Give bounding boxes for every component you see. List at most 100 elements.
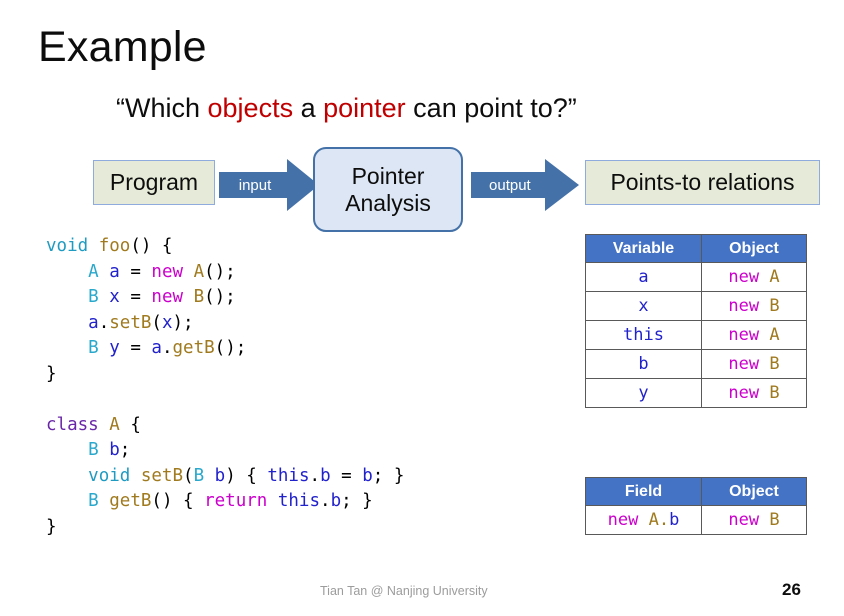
code-token: B (88, 338, 99, 358)
code-token: new (151, 261, 184, 282)
slide-subtitle: “Which objects a pointer can point to?” (116, 92, 577, 124)
subtitle-highlight-objects: objects (207, 93, 294, 123)
column-header-object: Object (701, 477, 807, 506)
code-token: ; (119, 440, 131, 460)
table-cell-key: new A.b (585, 505, 702, 535)
table-cell-key: a (585, 262, 702, 292)
code-token: ( (183, 465, 194, 486)
code-token: () { (151, 491, 205, 511)
program-box-label: Program (109, 169, 199, 195)
code-token: x (109, 287, 120, 307)
code-token: a (88, 312, 99, 333)
code-token: return (204, 491, 268, 511)
pointer-analysis-label-line1: Pointer (351, 163, 425, 190)
column-header-field: Field (585, 477, 702, 506)
code-listing: void foo() { A a = new A(); B x = new B(… (46, 234, 404, 540)
code-token: new (728, 510, 760, 530)
code-token: = (119, 261, 152, 282)
table-cell-key: x (585, 291, 702, 321)
code-token: new (728, 296, 760, 316)
code-token: . (320, 491, 331, 511)
code-token: ) { (225, 465, 268, 486)
points-to-table-body: a new Ax new Bthis new Ab new By new B (585, 262, 807, 408)
code-line: A a = new A(); (46, 260, 404, 286)
table-row: this new A (585, 320, 807, 350)
code-token: b (638, 354, 649, 374)
code-token: getB (109, 491, 152, 511)
code-token: A (88, 261, 99, 282)
code-line: a.setB(x); (46, 311, 404, 337)
code-token: x (161, 312, 173, 333)
code-token: . (161, 338, 173, 358)
code-token: getB (172, 338, 215, 358)
code-line: B y = a.getB(); (46, 336, 404, 362)
code-line: class A { (46, 413, 404, 439)
code-token: new (728, 325, 760, 345)
code-token: = (119, 287, 152, 307)
table-cell-object: new B (701, 378, 807, 408)
code-token: setB (109, 312, 152, 333)
subtitle-part-2: a (293, 93, 324, 123)
code-token: ; } (372, 465, 405, 486)
table-header-row: Variable Object (585, 234, 807, 263)
code-token: () { (130, 236, 173, 256)
subtitle-part-3: can point to?” (405, 93, 577, 123)
code-token: B (88, 287, 99, 307)
code-token: B (769, 296, 780, 316)
code-token: . (309, 465, 321, 486)
code-token: (); (214, 338, 247, 358)
table-row: x new B (585, 291, 807, 321)
code-token: class (46, 414, 99, 435)
code-token: b (330, 491, 342, 511)
table-cell-object: new B (701, 349, 807, 379)
code-token: this (277, 491, 321, 511)
code-line: void setB(B b) { this.b = b; } (46, 464, 404, 490)
code-token: B (193, 465, 205, 486)
code-token: A (109, 414, 120, 435)
code-line: } (46, 362, 404, 388)
code-token: ); (172, 312, 194, 333)
table-cell-object: new A (701, 320, 807, 350)
code-token: B (769, 383, 780, 403)
code-token: A (769, 267, 780, 287)
program-box: Program (93, 160, 215, 205)
code-token: new (728, 383, 760, 403)
code-token: A (193, 261, 205, 282)
field-table-body: new A.b new B (585, 505, 807, 535)
code-line: B x = new B(); (46, 285, 404, 311)
code-token: b (109, 440, 120, 460)
table-row: a new A (585, 262, 807, 292)
points-to-relations-box: Points-to relations (585, 160, 820, 205)
table-header-row: Field Object (585, 477, 807, 506)
code-line: } (46, 515, 404, 541)
pointer-analysis-label-line2: Analysis (345, 189, 431, 216)
code-token: this (267, 465, 310, 486)
output-arrow-icon: output (471, 159, 579, 211)
table-row: b new B (585, 349, 807, 379)
code-token: void (46, 236, 89, 256)
code-token: a (638, 267, 649, 287)
code-token: B (193, 287, 205, 307)
table-row: y new B (585, 378, 807, 408)
column-header-object: Object (701, 234, 807, 263)
code-token: b (362, 465, 373, 486)
code-token: a (109, 261, 120, 282)
code-token: ( (151, 312, 162, 333)
code-token: (); (204, 287, 236, 307)
